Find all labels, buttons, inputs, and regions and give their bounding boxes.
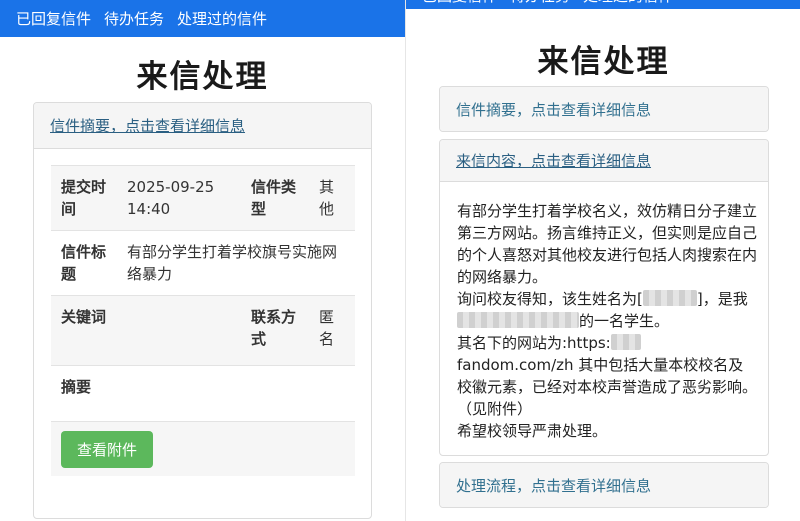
right-pane: 已回复信件 待办任务 处理过的信件 来信处理 信件摘要，点击查看详细信息 来信内… (405, 0, 800, 521)
top-navbar-scrolled: 已回复信件 待办任务 处理过的信件 (406, 0, 800, 9)
redacted-url-part (610, 334, 641, 350)
keywords-label: 关键词 (51, 295, 117, 366)
page-title: 来信处理 (537, 44, 670, 80)
nav-todo-tasks[interactable]: 待办任务 (104, 8, 164, 29)
view-attachment-button[interactable]: 查看附件 (61, 431, 153, 468)
table-row: 信件标题 有部分学生打着学校旗号实施网络暴力 (51, 230, 355, 296)
letter-title-value: 有部分学生打着学校旗号实施网络暴力 (117, 230, 355, 296)
content-text: ]，是我 (696, 290, 748, 308)
submit-time-value: 2025-09-25 14:40 (117, 165, 241, 231)
content-text: 的一名学生。 (579, 312, 670, 330)
letter-type-value: 其他 (309, 165, 355, 231)
table-row: 关键词 联系方式 匿名 (51, 295, 355, 366)
content-text: fandom.com/zh 其中包括大量本校校名及校徽元素，已经对本校声誉造成了… (457, 356, 758, 418)
keywords-value (117, 295, 241, 366)
letter-content-card: 来信内容，点击查看详细信息 有部分学生打着学校名义，效仿精日分子建立第三方网站。… (439, 139, 769, 456)
redacted-class (457, 312, 579, 328)
content-text: 其名下的网站为:https: (457, 334, 611, 352)
top-navbar: 已回复信件 待办任务 处理过的信件 (0, 0, 405, 37)
letter-summary-header-label: 信件摘要，点击查看详细信息 (50, 117, 246, 135)
nav-replied-letters[interactable]: 已回复信件 (16, 8, 91, 29)
letter-title-label: 信件标题 (51, 230, 117, 296)
content-paragraph: 有部分学生打着学校名义，效仿精日分子建立第三方网站。扬言维持正义，但实则是应自己… (457, 202, 758, 286)
abstract-value (117, 365, 355, 412)
content-paragraph: 希望校领导严肃处理。 (457, 422, 608, 440)
nav-todo-tasks[interactable]: 待办任务 (510, 0, 570, 6)
submit-time-label: 提交时间 (51, 165, 117, 231)
letter-summary-header[interactable]: 信件摘要，点击查看详细信息 (440, 87, 768, 131)
letter-summary-header[interactable]: 信件摘要，点击查看详细信息 (34, 103, 371, 149)
content-text: 询问校友得知，该生姓名为[ (457, 290, 643, 308)
content-paragraph: 其名下的网站为:https: fandom.com/zh 其中包括大量本校校名及校… (457, 332, 757, 420)
letter-type-label: 信件类型 (241, 165, 309, 231)
nav-replied-letters[interactable]: 已回复信件 (422, 0, 497, 6)
letter-content-text: 有部分学生打着学校名义，效仿精日分子建立第三方网站。扬言维持正义，但实则是应自己… (457, 200, 757, 442)
letter-content-header-label: 来信内容，点击查看详细信息 (456, 152, 652, 170)
content-paragraph: 询问校友得知，该生姓名为[ ]，是我的一名学生。 (457, 288, 757, 332)
left-pane: 已回复信件 待办任务 处理过的信件 来信处理 信件摘要，点击查看详细信息 提交时… (0, 0, 405, 521)
letter-content-header[interactable]: 来信内容，点击查看详细信息 (440, 140, 768, 182)
letter-summary-card-collapsed: 信件摘要，点击查看详细信息 (439, 86, 769, 132)
table-row: 摘要 (51, 365, 355, 412)
letter-info-table: 提交时间 2025-09-25 14:40 信件类型 其他 信件标题 有部分学生… (51, 165, 355, 412)
contact-value: 匿名 (309, 295, 355, 366)
abstract-label: 摘要 (51, 365, 117, 412)
contact-label: 联系方式 (241, 295, 309, 366)
page-title: 来信处理 (136, 59, 269, 95)
letter-summary-body: 提交时间 2025-09-25 14:40 信件类型 其他 信件标题 有部分学生… (51, 165, 355, 412)
table-row: 提交时间 2025-09-25 14:40 信件类型 其他 (51, 165, 355, 231)
letter-summary-card: 信件摘要，点击查看详细信息 提交时间 2025-09-25 14:40 信件类型… (33, 102, 372, 519)
nav-processed-letters[interactable]: 处理过的信件 (177, 8, 267, 29)
process-flow-header[interactable]: 处理流程，点击查看详细信息 (440, 463, 768, 507)
process-flow-card: 处理流程，点击查看详细信息 (439, 462, 769, 508)
redacted-name (642, 290, 697, 306)
nav-processed-letters[interactable]: 处理过的信件 (583, 0, 673, 6)
